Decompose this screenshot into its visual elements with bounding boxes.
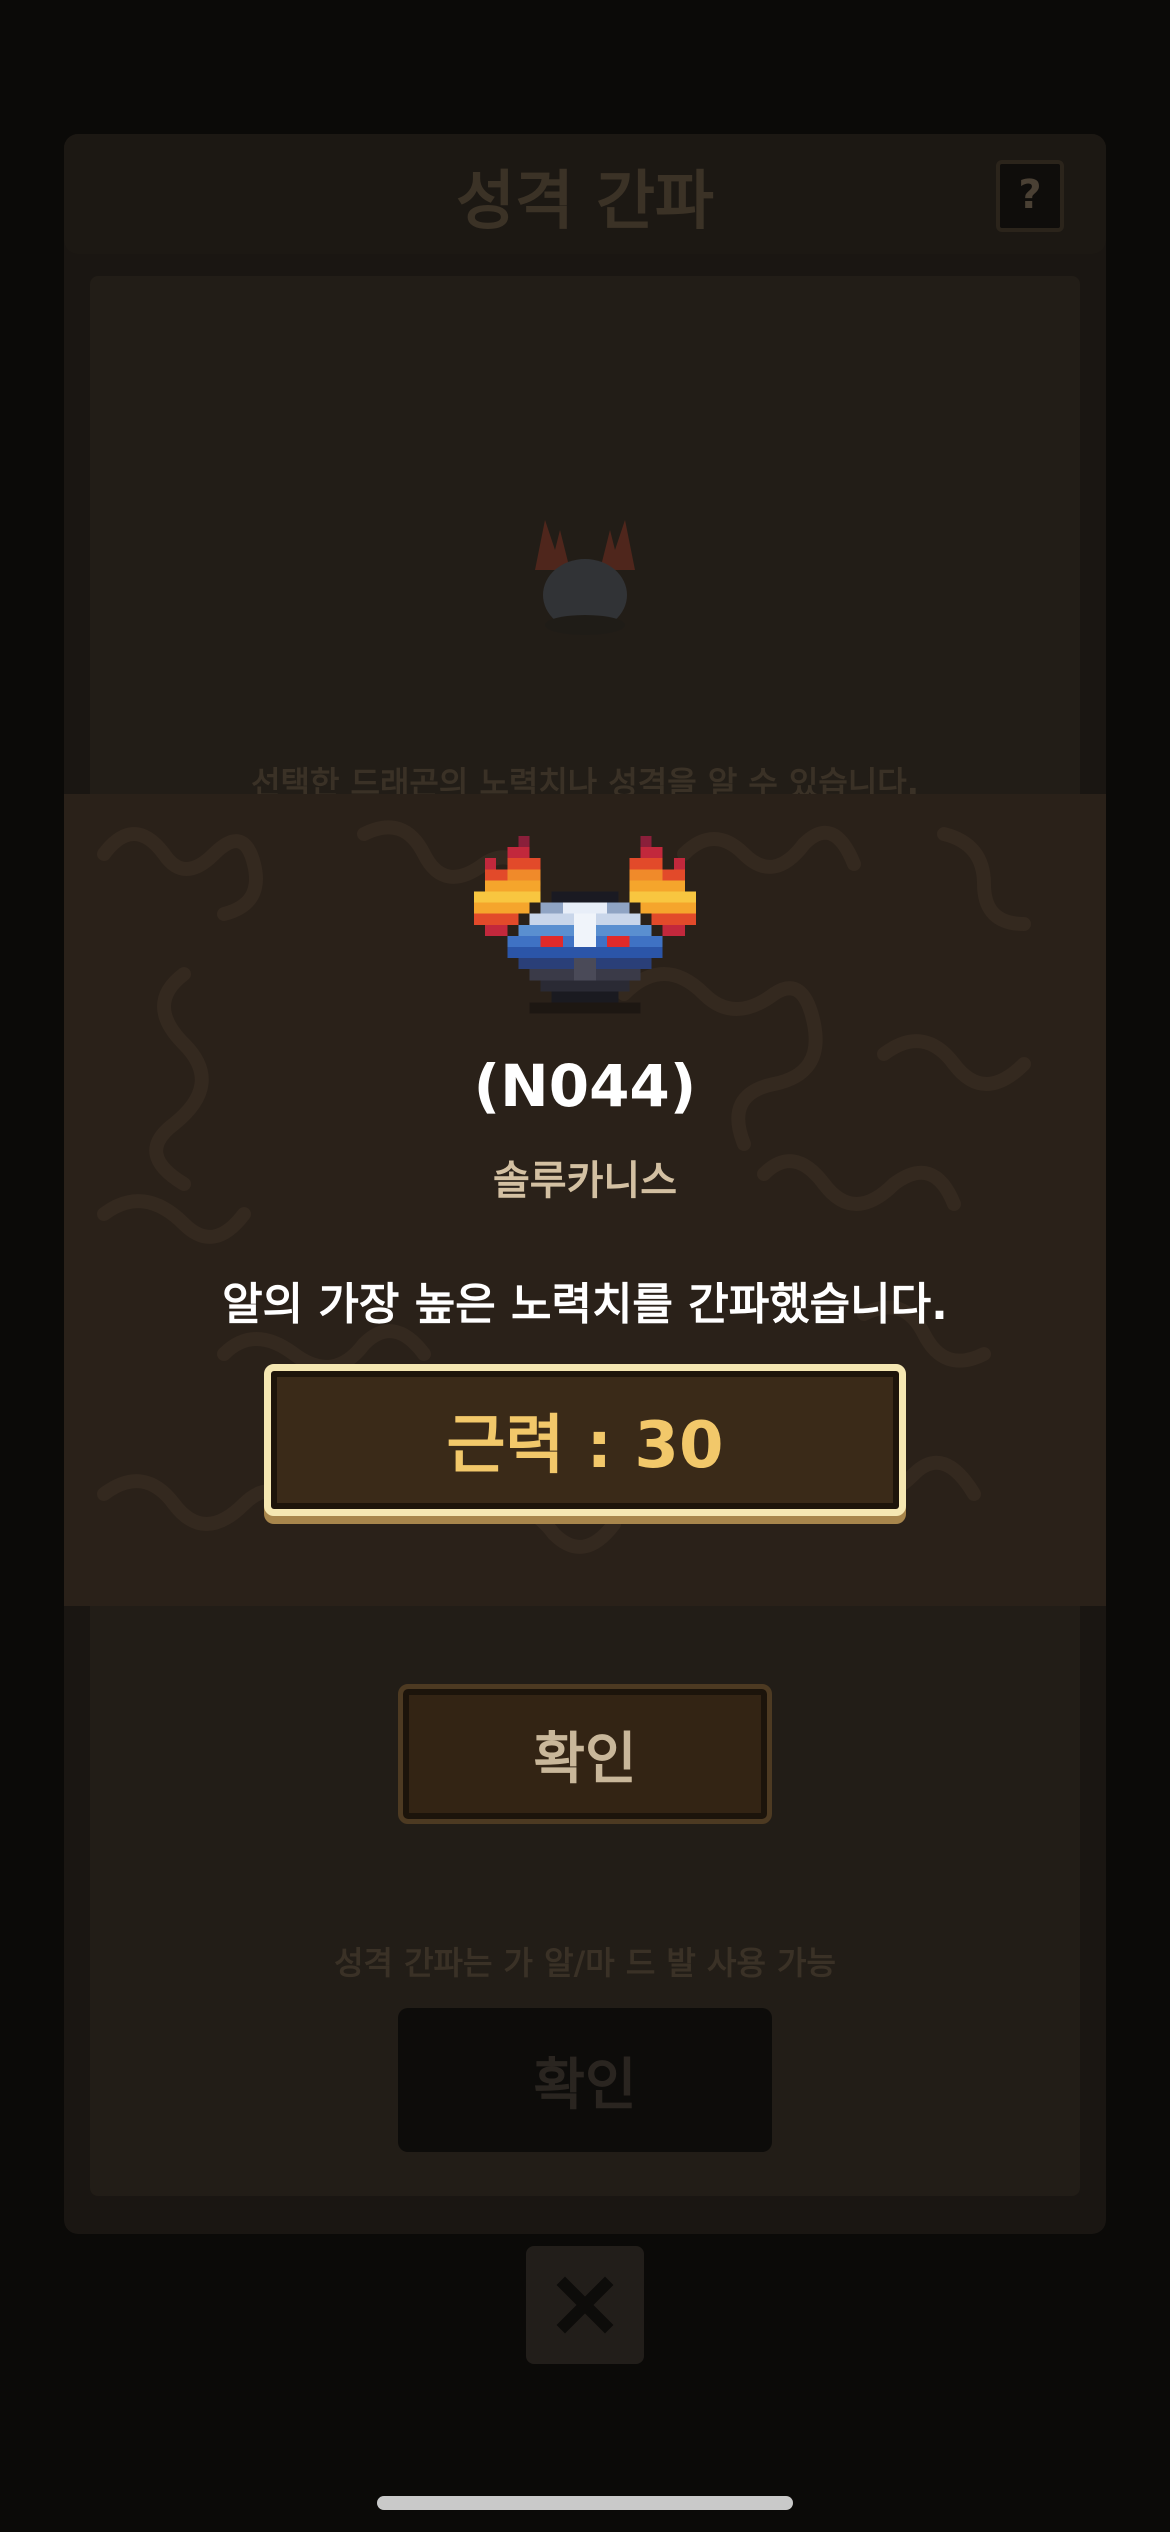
stat-result-box: 근력 : 30 [264, 1364, 906, 1516]
dragon-code: (N044) [473, 1052, 697, 1120]
confirm-button-disabled[interactable]: 확인 [398, 2008, 772, 2152]
help-button[interactable]: ? [996, 160, 1064, 232]
result-message: 알의 가장 높은 노력치를 간파했습니다. [222, 1279, 948, 1330]
usage-note: 성격 간파는 가 알/마 드 발 사용 가능 [334, 1944, 836, 1982]
close-x-icon [556, 2276, 614, 2334]
home-indicator[interactable] [377, 2496, 793, 2510]
dragon-egg-icon [474, 836, 696, 1014]
dragon-egg-icon [535, 520, 635, 635]
stat-value: 근력 : 30 [446, 1409, 724, 1483]
close-button[interactable] [526, 2246, 644, 2364]
confirm-button[interactable]: 확인 [398, 1684, 772, 1824]
dragon-name: 솔루카니스 [493, 1158, 677, 1204]
page-title: 성격 간파 [456, 165, 714, 239]
